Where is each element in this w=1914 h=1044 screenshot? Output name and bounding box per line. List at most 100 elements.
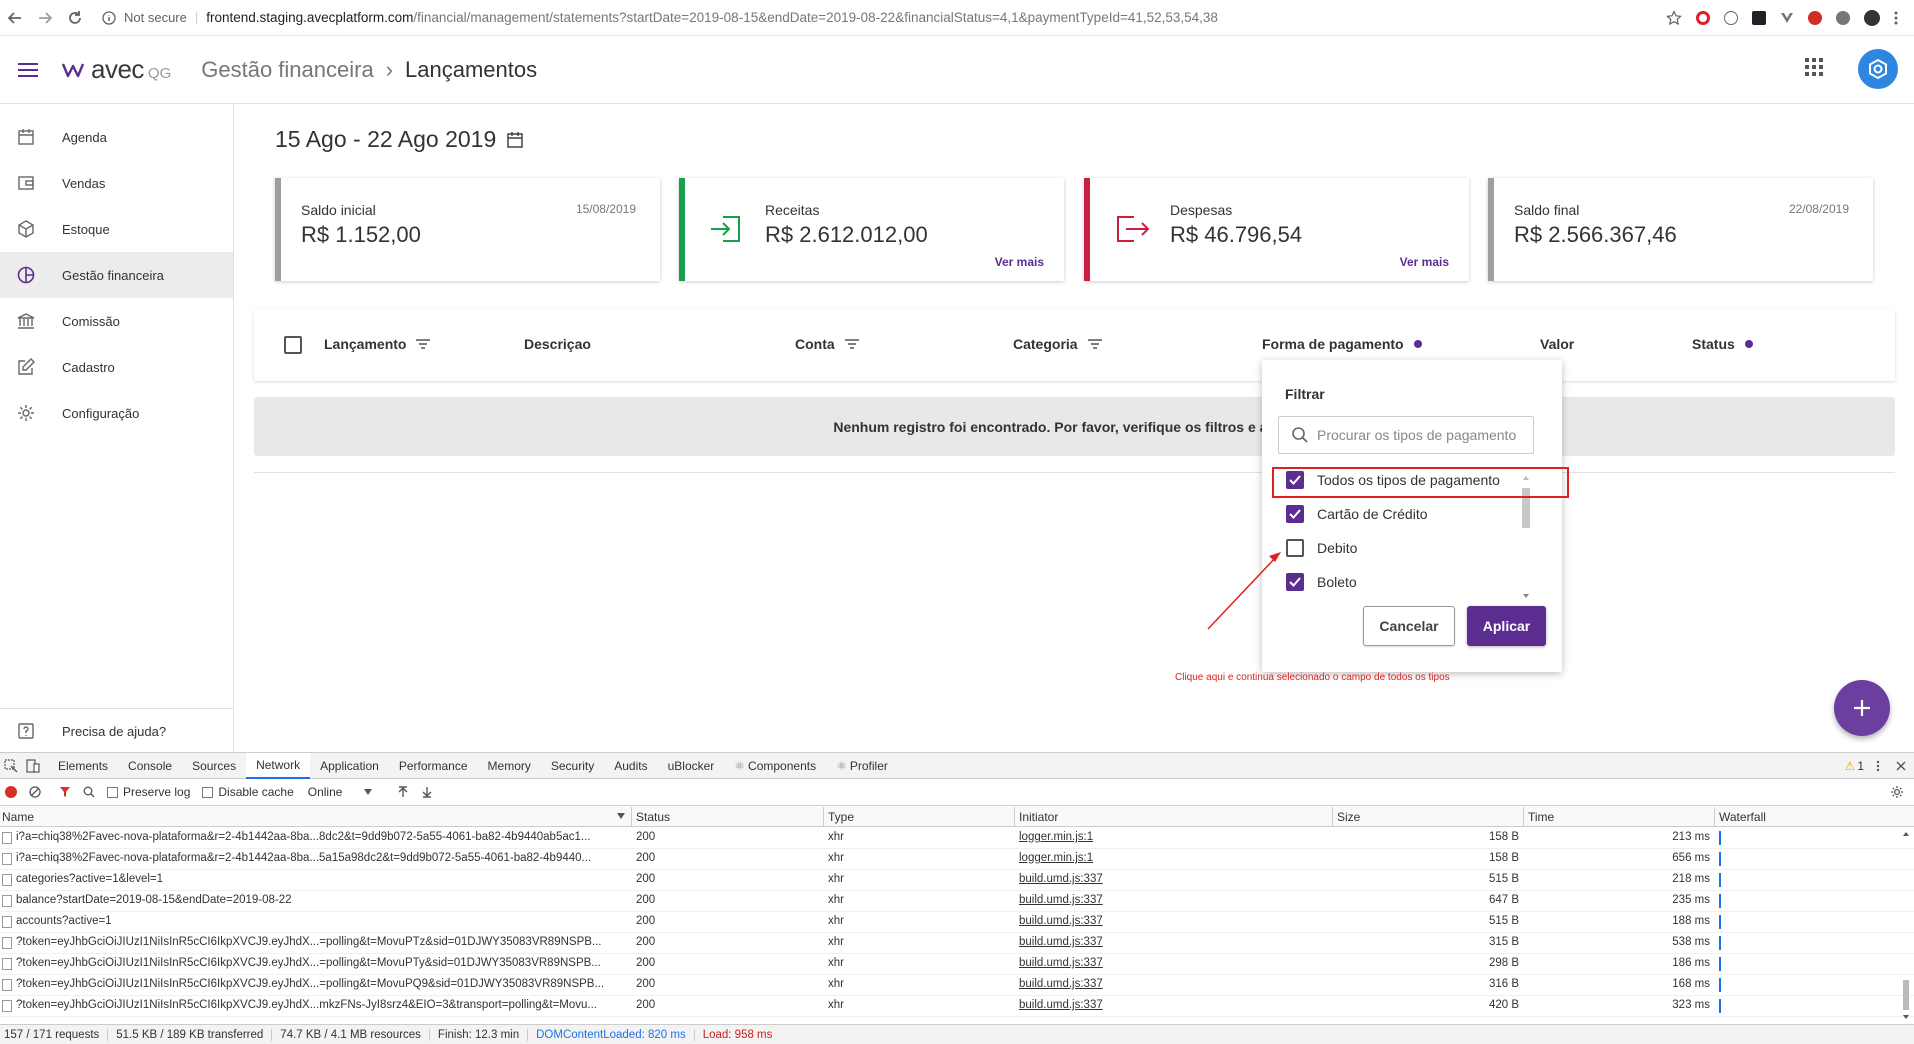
- table-row[interactable]: accounts?active=1 200 xhr build.umd.js:3…: [0, 912, 1914, 933]
- sidebar-item-gestao-financeira[interactable]: Gestão financeira: [0, 252, 233, 298]
- tab-network[interactable]: Network: [246, 752, 311, 779]
- column-forma-pagamento[interactable]: Forma de pagamento: [1262, 336, 1422, 352]
- tab-sources[interactable]: Sources: [182, 753, 246, 779]
- column-header-name[interactable]: Name: [2, 810, 34, 824]
- device-toggle-icon[interactable]: [22, 753, 48, 779]
- request-initiator-link[interactable]: logger.min.js:1: [1019, 852, 1093, 864]
- ver-mais-link[interactable]: Ver mais: [995, 255, 1044, 269]
- user-avatar[interactable]: [1858, 49, 1898, 89]
- option-cartao-credito[interactable]: Cartão de Crédito: [1286, 501, 1428, 527]
- column-header-time[interactable]: Time: [1528, 810, 1554, 824]
- request-initiator-link[interactable]: build.umd.js:337: [1019, 873, 1103, 885]
- column-header-type[interactable]: Type: [828, 810, 854, 824]
- table-row[interactable]: balance?startDate=2019-08-15&endDate=201…: [0, 891, 1914, 912]
- tab-console[interactable]: Console: [118, 753, 182, 779]
- devtools-menu-icon[interactable]: [1876, 760, 1880, 772]
- apps-grid-icon[interactable]: [1805, 58, 1829, 82]
- tab-security[interactable]: Security: [541, 753, 604, 779]
- table-row[interactable]: categories?active=1&level=1 200 xhr buil…: [0, 870, 1914, 891]
- cancel-button[interactable]: Cancelar: [1363, 606, 1455, 646]
- checkbox-checked[interactable]: [1286, 505, 1304, 523]
- date-range-picker[interactable]: 15 Ago - 22 Ago 2019: [275, 126, 524, 153]
- star-icon[interactable]: [1666, 9, 1682, 26]
- record-icon[interactable]: [5, 786, 17, 798]
- filter-icon[interactable]: [844, 339, 859, 349]
- ver-mais-link[interactable]: Ver mais: [1400, 255, 1449, 269]
- breadcrumb-parent[interactable]: Gestão financeira: [201, 57, 373, 83]
- tab-performance[interactable]: Performance: [389, 753, 478, 779]
- column-categoria[interactable]: Categoria: [1013, 336, 1102, 352]
- import-har-icon[interactable]: [398, 786, 408, 798]
- sidebar-item-comissao[interactable]: Comissão: [0, 298, 233, 344]
- extension-icon[interactable]: [1724, 10, 1738, 25]
- tab-components[interactable]: ⚛ Components: [724, 753, 826, 779]
- filter-icon[interactable]: [416, 339, 431, 349]
- checkbox-checked[interactable]: [1286, 573, 1304, 591]
- column-lancamento[interactable]: Lançamento: [324, 336, 431, 352]
- lastpass-extension-icon[interactable]: [1808, 10, 1822, 25]
- filter-icon[interactable]: [1087, 339, 1102, 349]
- logo[interactable]: avec QG: [62, 54, 171, 85]
- back-icon[interactable]: [0, 3, 30, 33]
- throttle-select[interactable]: Online: [308, 785, 373, 799]
- table-row[interactable]: ?token=eyJhbGciOiJIUzI1NiIsInR5cCI6IkpXV…: [0, 975, 1914, 996]
- request-initiator-link[interactable]: build.umd.js:337: [1019, 978, 1103, 990]
- request-initiator-link[interactable]: build.umd.js:337: [1019, 957, 1103, 969]
- sidebar-item-vendas[interactable]: Vendas: [0, 160, 233, 206]
- option-debito[interactable]: Debito: [1286, 535, 1357, 561]
- tab-elements[interactable]: Elements: [48, 753, 118, 779]
- column-header-waterfall[interactable]: Waterfall: [1719, 810, 1766, 824]
- tab-application[interactable]: Application: [310, 753, 389, 779]
- column-header-status[interactable]: Status: [636, 810, 670, 824]
- preserve-log-checkbox[interactable]: [107, 786, 118, 798]
- sidebar-item-agenda[interactable]: Agenda: [0, 114, 233, 160]
- react-extension-icon[interactable]: [1752, 10, 1766, 25]
- warning-icon[interactable]: ⚠: [1845, 759, 1856, 773]
- request-initiator-link[interactable]: build.umd.js:337: [1019, 894, 1103, 906]
- column-header-initiator[interactable]: Initiator: [1019, 810, 1058, 824]
- table-row[interactable]: ?token=eyJhbGciOiJIUzI1NiIsInR5cCI6IkpXV…: [0, 933, 1914, 954]
- sidebar-item-estoque[interactable]: Estoque: [0, 206, 233, 252]
- network-scrollbar[interactable]: [1900, 828, 1912, 1023]
- tab-profiler[interactable]: ⚛ Profiler: [826, 753, 898, 779]
- sidebar-item-help[interactable]: Precisa de ajuda?: [0, 708, 233, 754]
- info-icon[interactable]: [102, 10, 116, 25]
- table-row[interactable]: i?a=chiq38%2Favec-nova-plataforma&r=2-4b…: [0, 828, 1914, 849]
- table-row[interactable]: i?a=chiq38%2Favec-nova-plataforma&r=2-4b…: [0, 849, 1914, 870]
- request-initiator-link[interactable]: build.umd.js:337: [1019, 936, 1103, 948]
- select-all-checkbox[interactable]: [284, 336, 302, 354]
- table-row[interactable]: ?token=eyJhbGciOiJIUzI1NiIsInR5cCI6IkpXV…: [0, 954, 1914, 975]
- tab-ublocker[interactable]: uBlocker: [658, 753, 725, 779]
- table-row[interactable]: ?token=eyJhbGciOiJIUzI1NiIsInR5cCI6IkpXV…: [0, 996, 1914, 1017]
- more-vert-icon[interactable]: [1894, 11, 1898, 25]
- forward-icon[interactable]: [30, 3, 60, 33]
- calendar-icon[interactable]: [506, 131, 524, 149]
- tab-memory[interactable]: Memory: [478, 753, 541, 779]
- column-conta[interactable]: Conta: [795, 336, 859, 352]
- column-header-size[interactable]: Size: [1337, 810, 1360, 824]
- profile-avatar-icon[interactable]: [1864, 9, 1880, 26]
- filter-search-field[interactable]: [1278, 416, 1534, 454]
- extension-icon[interactable]: [1836, 10, 1850, 25]
- disable-cache-checkbox[interactable]: [202, 786, 214, 798]
- close-icon[interactable]: [1896, 761, 1906, 771]
- apply-button[interactable]: Aplicar: [1467, 606, 1546, 646]
- checkbox-unchecked[interactable]: [1286, 539, 1304, 557]
- vue-extension-icon[interactable]: [1780, 11, 1794, 25]
- export-har-icon[interactable]: [422, 786, 432, 798]
- hamburger-menu-icon[interactable]: [14, 56, 42, 84]
- inspect-icon[interactable]: [0, 753, 22, 779]
- settings-gear-icon[interactable]: [1890, 785, 1904, 799]
- column-status[interactable]: Status: [1692, 336, 1753, 352]
- search-icon[interactable]: [83, 786, 95, 798]
- filter-funnel-icon[interactable]: [59, 786, 71, 798]
- request-initiator-link[interactable]: logger.min.js:1: [1019, 831, 1093, 843]
- sort-arrow-icon[interactable]: [617, 813, 625, 819]
- request-initiator-link[interactable]: build.umd.js:337: [1019, 915, 1103, 927]
- clear-icon[interactable]: [29, 786, 41, 798]
- sidebar-item-cadastro[interactable]: Cadastro: [0, 344, 233, 390]
- opera-extension-icon[interactable]: [1696, 10, 1710, 25]
- add-fab-button[interactable]: [1834, 680, 1890, 736]
- sidebar-item-configuracao[interactable]: Configuração: [0, 390, 233, 436]
- filter-search-input[interactable]: [1317, 427, 1527, 443]
